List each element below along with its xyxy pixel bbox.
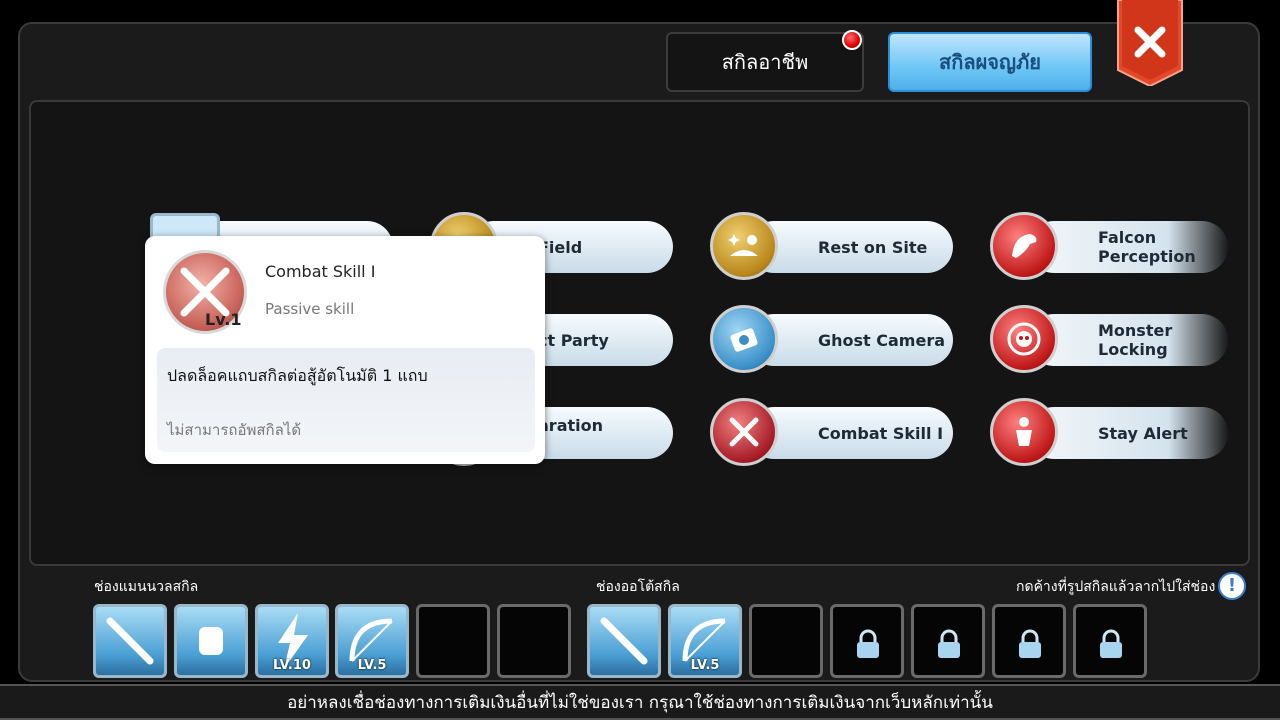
skill-pill[interactable]: Ghost Camera — [748, 314, 953, 366]
auto-slot-empty[interactable] — [749, 604, 823, 678]
auto-bar-label: ช่องออโต้สกิล — [596, 579, 680, 595]
tab-adventure-skills[interactable]: สกิลผจญภัย — [888, 32, 1092, 92]
tooltip-skill-type: Passive skill — [265, 300, 355, 318]
sword-burst-icon — [106, 617, 154, 665]
skill-label: ct Party — [538, 330, 609, 350]
auto-slot-locked — [830, 604, 904, 678]
lock-icon — [857, 629, 879, 658]
info-icon[interactable]: ! — [1218, 572, 1246, 600]
manual-slot-empty[interactable] — [497, 604, 571, 678]
fist-icon — [199, 627, 223, 655]
stay-alert-icon[interactable] — [990, 398, 1058, 466]
skill-pill[interactable]: Rest on Site — [748, 221, 953, 273]
auto-slot[interactable]: LV.5 — [668, 604, 742, 678]
tab-adventure-skills-label: สกิลผจญภัย — [939, 50, 1041, 74]
auto-slot-locked — [1073, 604, 1147, 678]
manual-slot-empty[interactable] — [416, 604, 490, 678]
skill-label: aration — [538, 415, 603, 435]
drag-hint: กดค้างที่รูปสกิลแล้วลากไปใส่ช่อง — [1016, 579, 1216, 595]
tooltip-description: ปลดล็อคแถบสกิลต่อสู้อัตโนมัติ 1 แถบ — [167, 366, 428, 385]
rest-on-site-icon[interactable] — [710, 212, 778, 280]
manual-slot[interactable]: LV.5 — [335, 604, 409, 678]
manual-slot[interactable] — [93, 604, 167, 678]
auto-slot-locked — [992, 604, 1066, 678]
skill-pill[interactable]: Falcon Perception — [1028, 221, 1228, 273]
skill-label: Ghost Camera — [818, 330, 946, 350]
skill-label: Combat Skill I — [818, 423, 944, 443]
skill-tooltip: Lv.1 Combat Skill I Passive skill ปลดล็อ… — [145, 236, 545, 464]
auto-slot[interactable] — [587, 604, 661, 678]
skill-label: Monster Locking — [1098, 321, 1173, 359]
ghost-camera-icon[interactable] — [710, 305, 778, 373]
skill-pill[interactable]: Monster Locking — [1028, 314, 1228, 366]
manual-bar-label: ช่องแมนนวลสกิล — [94, 579, 199, 595]
auto-slot-locked — [911, 604, 985, 678]
footer-text: อย่าหลงเชื่อช่องทางการเติมเงินอื่นที่ไม่… — [287, 692, 993, 713]
tab-job-skills-label: สกิลอาชีพ — [721, 50, 809, 74]
close-button[interactable] — [1116, 0, 1184, 88]
skill-label: Rest on Site — [818, 237, 928, 257]
skill-label: Stay Alert — [1098, 423, 1188, 443]
lock-icon — [1019, 629, 1041, 658]
tooltip-skill-name: Combat Skill I — [265, 262, 376, 281]
manual-slot[interactable]: LV.10 — [255, 604, 329, 678]
manual-slot[interactable] — [174, 604, 248, 678]
footer-warning: อย่าหลงเชื่อช่องทางการเติมเงินอื่นที่ไม่… — [0, 684, 1280, 720]
falcon-icon[interactable] — [990, 212, 1058, 280]
tooltip-note: ไม่สามารถอัพสกิลได้ — [167, 421, 302, 439]
slot-level: LV.5 — [357, 658, 387, 673]
crossed-swords-icon[interactable] — [710, 398, 778, 466]
slot-level: LV.5 — [690, 658, 720, 673]
skill-pill[interactable]: Combat Skill I — [748, 407, 953, 459]
skill-label: Falcon Perception — [1098, 228, 1196, 266]
lock-icon — [1100, 629, 1122, 658]
skill-pill[interactable]: Stay Alert — [1028, 407, 1228, 459]
slot-level: LV.10 — [273, 658, 311, 673]
sword-burst-icon — [600, 617, 648, 665]
notification-dot — [842, 30, 862, 50]
close-icon — [1117, 0, 1183, 88]
tab-job-skills[interactable]: สกิลอาชีพ — [666, 30, 864, 92]
tooltip-level: Lv.1 — [205, 310, 242, 329]
lock-icon — [938, 629, 960, 658]
tooltip-description-box: ปลดล็อคแถบสกิลต่อสู้อัตโนมัติ 1 แถบ ไม่ส… — [157, 348, 535, 452]
monster-locking-icon[interactable] — [990, 305, 1058, 373]
